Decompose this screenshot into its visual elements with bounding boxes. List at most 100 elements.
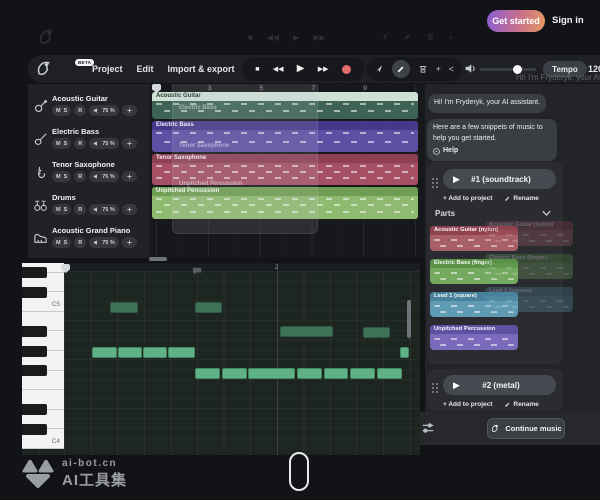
solo-button[interactable]: S <box>64 240 68 246</box>
play-button[interactable]: ▶ <box>297 64 305 74</box>
black-key[interactable] <box>22 267 47 278</box>
stop-button[interactable]: ■ <box>255 66 259 73</box>
mute-button[interactable]: M <box>56 207 61 213</box>
drag-handle[interactable] <box>432 178 438 188</box>
track-acoustic-grand-piano[interactable]: Acoustic Grand PianoMSR75 % <box>28 222 150 255</box>
mute-solo-buttons[interactable]: MS <box>52 171 71 182</box>
record-arm-button[interactable]: R <box>74 171 86 182</box>
black-key[interactable] <box>22 365 47 376</box>
part-electric-bass-finger[interactable]: Electric Bass (finger) <box>430 259 518 284</box>
forward-button[interactable]: ▶▶ <box>318 66 329 73</box>
vertical-scrollbar[interactable] <box>407 300 411 338</box>
track-acoustic-guitar[interactable]: Acoustic GuitarMSR75 % <box>28 90 150 123</box>
volume-knob[interactable] <box>513 65 522 74</box>
mute-solo-buttons[interactable]: MS <box>52 237 71 248</box>
track-options-button[interactable] <box>122 138 137 149</box>
mute-button[interactable]: M <box>56 108 61 114</box>
record-arm-button[interactable]: R <box>74 105 86 116</box>
chevron-down-icon[interactable] <box>542 210 551 217</box>
track-options-button[interactable] <box>122 237 137 248</box>
record-button[interactable] <box>342 65 351 74</box>
midi-note[interactable] <box>118 347 142 358</box>
menu-import-export[interactable]: Import & export <box>168 64 235 74</box>
midi-note[interactable] <box>168 347 195 358</box>
drag-handle[interactable] <box>432 383 438 393</box>
split-tool-icon[interactable]: < <box>449 65 454 74</box>
black-key[interactable] <box>22 346 47 357</box>
piano-roll-ruler[interactable] <box>22 263 420 271</box>
clip-tenor-saxophone[interactable]: Tenor Saxophone <box>152 154 418 185</box>
help-link[interactable]: Help <box>433 146 551 157</box>
get-started-button[interactable]: Get started <box>487 10 545 32</box>
black-key[interactable] <box>22 326 47 337</box>
track-volume[interactable]: 75 % <box>89 237 119 248</box>
track-volume[interactable]: 75 % <box>89 138 119 149</box>
midi-note[interactable] <box>400 347 409 358</box>
midi-note[interactable] <box>324 368 348 379</box>
track-tenor-saxophone[interactable]: Tenor SaxophoneMSR75 % <box>28 156 150 189</box>
midi-note[interactable] <box>350 368 375 379</box>
midi-note[interactable] <box>92 347 117 358</box>
midi-note[interactable] <box>110 302 138 313</box>
sign-in-link[interactable]: Sign in <box>552 15 584 26</box>
record-arm-button[interactable]: R <box>74 237 86 248</box>
tempo-button[interactable]: Tempo <box>543 61 587 77</box>
record-arm-button[interactable]: R <box>74 204 86 215</box>
record-arm-button[interactable]: R <box>74 138 86 149</box>
pencil-tool-icon[interactable] <box>392 60 410 78</box>
rewind-button[interactable]: ◀◀ <box>273 66 284 73</box>
snippet-1-play-button[interactable]: ▶ #1 (soundtrack) <box>443 169 556 189</box>
track-options-button[interactable] <box>122 204 137 215</box>
sliders-icon[interactable] <box>421 421 435 440</box>
mute-button[interactable]: M <box>56 141 61 147</box>
track-options-button[interactable] <box>122 171 137 182</box>
midi-note[interactable] <box>195 302 222 313</box>
track-electric-bass[interactable]: Electric BassMSR75 % <box>28 123 150 156</box>
track-drums[interactable]: DrumsMSR75 % <box>28 189 150 222</box>
tempo-value[interactable]: 120 BPM <box>588 64 600 74</box>
solo-button[interactable]: S <box>64 207 68 213</box>
midi-note[interactable] <box>363 327 390 338</box>
menu-edit[interactable]: Edit <box>137 64 154 74</box>
black-key[interactable] <box>22 287 47 298</box>
black-key[interactable] <box>22 404 47 415</box>
midi-note[interactable] <box>377 368 402 379</box>
midi-note[interactable] <box>248 368 295 379</box>
piano-roll[interactable]: 2 C5C4 <box>22 263 420 455</box>
mute-button[interactable]: M <box>56 240 61 246</box>
speaker-icon[interactable] <box>464 62 477 80</box>
trash-tool-icon[interactable] <box>418 64 428 74</box>
clip-electric-bass[interactable]: Electric Bass <box>152 121 418 152</box>
midi-note[interactable] <box>195 368 220 379</box>
mute-button[interactable]: M <box>56 174 61 180</box>
timeline[interactable]: 3579Acoustic GuitarElectric BassTenor Sa… <box>150 84 425 258</box>
snippet-2-play-button[interactable]: ▶ #2 (metal) <box>443 375 556 395</box>
midi-note[interactable] <box>297 368 322 379</box>
pointer-tool-icon[interactable] <box>374 64 384 74</box>
part-acoustic-guitar-nylon[interactable]: Acoustic Guitar (nylon) <box>430 226 518 251</box>
clip-unpitched-percussion[interactable]: Unpitched Percussion <box>152 187 418 219</box>
track-volume[interactable]: 75 % <box>89 105 119 116</box>
clip-acoustic-guitar[interactable]: Acoustic Guitar <box>152 92 418 119</box>
volume-slider[interactable] <box>480 68 536 71</box>
solo-button[interactable]: S <box>64 108 68 114</box>
track-volume[interactable]: 75 % <box>89 171 119 182</box>
track-volume[interactable]: 75 % <box>89 204 119 215</box>
add-to-project-link[interactable]: + Add to project <box>443 401 492 408</box>
mute-solo-buttons[interactable]: MS <box>52 105 71 116</box>
rename-link[interactable]: Rename <box>504 195 538 202</box>
part-lead-1-square[interactable]: Lead 1 (square) <box>430 292 518 317</box>
solo-button[interactable]: S <box>64 141 68 147</box>
mute-solo-buttons[interactable]: MS <box>52 138 71 149</box>
black-key[interactable] <box>22 424 47 435</box>
midi-note[interactable] <box>143 347 167 358</box>
mute-solo-buttons[interactable]: MS <box>52 204 71 215</box>
add-tool-icon[interactable]: + <box>436 65 441 74</box>
midi-note[interactable] <box>280 326 333 337</box>
continue-music-button[interactable]: Continue music <box>487 418 565 439</box>
part-unpitched-percussion[interactable]: Unpitched Percussion <box>430 325 518 350</box>
menu-project[interactable]: Project <box>92 64 123 74</box>
add-to-project-link[interactable]: + Add to project <box>443 195 492 202</box>
track-options-button[interactable] <box>122 105 137 116</box>
horizontal-scrollbar[interactable] <box>149 257 167 261</box>
